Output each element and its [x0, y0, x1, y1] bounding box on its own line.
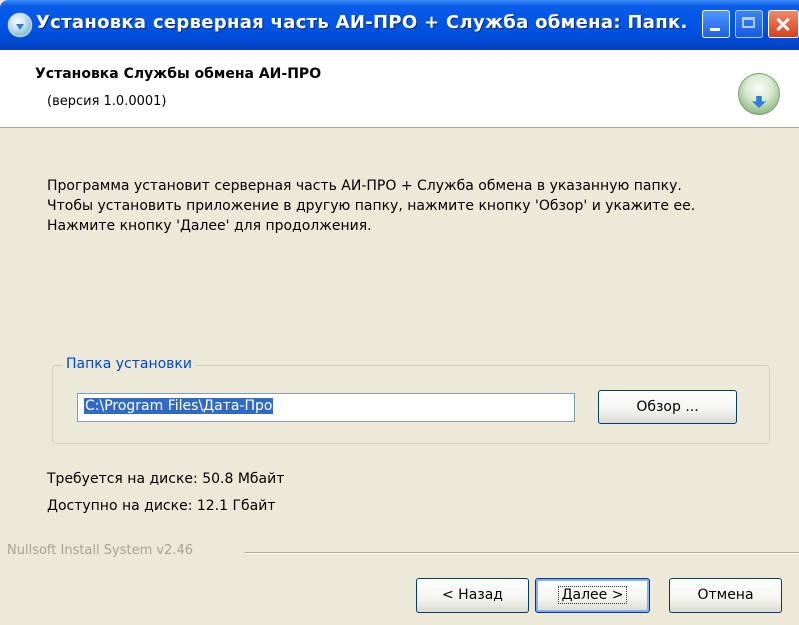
next-button-label: Далее >	[557, 586, 628, 604]
browse-button[interactable]: Обзор ...	[598, 390, 737, 424]
window-title: Установка серверная часть АИ-ПРО + Служб…	[36, 12, 686, 33]
minimize-button[interactable]	[702, 10, 730, 38]
branding-label: Nullsoft Install System v2.46	[7, 543, 199, 558]
description-line: Программа установит серверная часть АИ-П…	[47, 178, 682, 194]
description-text: Программа установит серверная часть АИ-П…	[47, 176, 695, 236]
next-button[interactable]: Далее >	[535, 578, 650, 613]
title-bar[interactable]: Установка серверная часть АИ-ПРО + Служб…	[0, 0, 799, 50]
install-path-value: C:\Program Files\Дата-Про	[84, 398, 274, 414]
install-path-input[interactable]: C:\Program Files\Дата-Про	[77, 393, 575, 422]
page-title: Установка Службы обмена АИ-ПРО	[35, 66, 322, 82]
disk-available-label: Доступно на диске: 12.1 Гбайт	[47, 498, 276, 514]
description-line: Нажмите кнопку 'Далее' для продолжения.	[47, 218, 372, 234]
wizard-header: Установка Службы обмена АИ-ПРО (версия 1…	[0, 50, 799, 128]
branding-divider	[245, 552, 799, 554]
installer-globe-icon	[8, 13, 32, 37]
maximize-button	[735, 10, 763, 38]
description-line: Чтобы установить приложение в другую пап…	[47, 198, 696, 214]
cancel-button[interactable]: Отмена	[669, 578, 782, 613]
version-label: (версия 1.0.0001)	[47, 94, 167, 109]
install-folder-label: Папка установки	[63, 356, 195, 372]
close-button[interactable]	[768, 10, 799, 38]
install-download-icon	[738, 73, 780, 115]
disk-required-label: Требуется на диске: 50.8 Мбайт	[47, 471, 285, 487]
back-button[interactable]: < Назад	[416, 578, 529, 613]
